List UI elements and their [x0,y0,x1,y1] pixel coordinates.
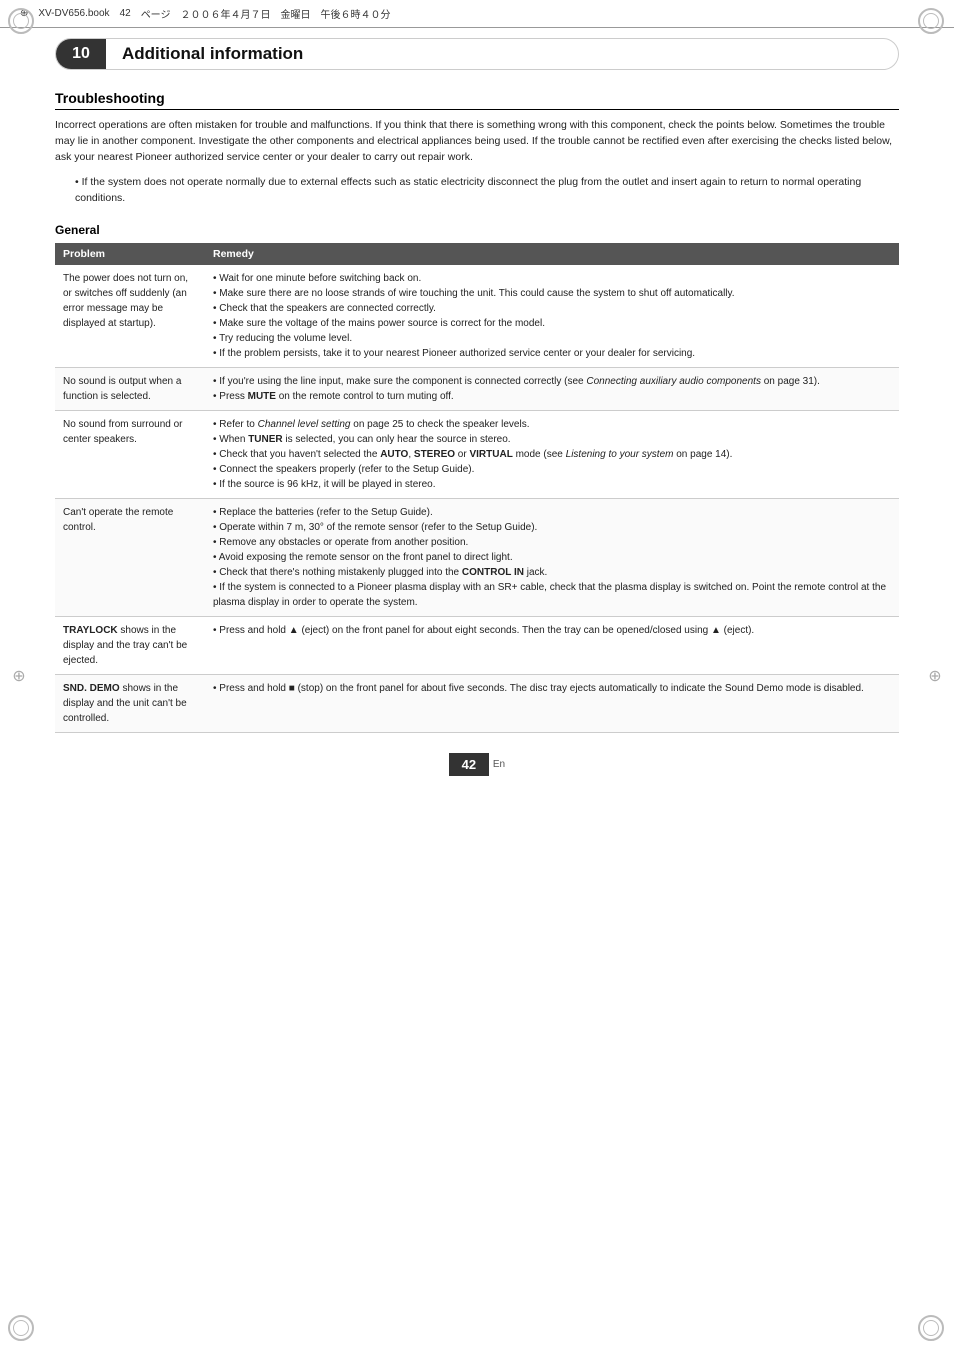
chapter-number: 10 [56,39,106,69]
header-unit: ページ [141,6,171,21]
intro-paragraph: Incorrect operations are often mistaken … [55,118,899,165]
problem-cell: Can't operate the remote control. [55,498,205,616]
header-date: ２００６年４月７日 [181,6,271,21]
col-remedy: Remedy [205,243,899,265]
side-reg-left [10,667,28,685]
remedy-cell: • Refer to Channel level setting on page… [205,410,899,498]
side-reg-right [926,667,944,685]
problem-cell: No sound is output when a function is se… [55,367,205,410]
troubleshooting-table: Problem Remedy The power does not turn o… [55,243,899,733]
remedy-cell: • Replace the batteries (refer to the Se… [205,498,899,616]
deco-corner-bl [8,1315,36,1343]
problem-cell: No sound from surround or center speaker… [55,410,205,498]
page-content: 10 Additional information Troubleshootin… [55,28,899,733]
remedy-cell: • Wait for one minute before switching b… [205,265,899,368]
table-row: No sound is output when a function is se… [55,367,899,410]
header-day: 金曜日 [281,6,311,21]
remedy-cell: • Press and hold ■ (stop) on the front p… [205,674,899,732]
page-number: 42 [449,753,489,776]
table-row: No sound from surround or center speaker… [55,410,899,498]
chapter-header: 10 Additional information [55,38,899,70]
chapter-title: Additional information [106,44,303,64]
file-header: ⊕ XV-DV656.book 42 ページ ２００６年４月７日 金曜日 午後６… [0,0,954,28]
remedy-cell: • Press and hold ▲ (eject) on the front … [205,616,899,674]
table-row: SND. DEMO shows in the display and the u… [55,674,899,732]
table-row: The power does not turn on, or switches … [55,265,899,368]
header-time: 午後６時４０分 [321,6,391,21]
deco-corner-tl [8,8,36,36]
subsection-general: General [55,223,899,237]
page-footer: 42 En [0,753,954,796]
remedy-cell: • If you're using the line input, make s… [205,367,899,410]
bullet-static-electricity: If the system does not operate normally … [55,175,899,207]
header-filename: XV-DV656.book [38,8,109,19]
deco-corner-tr [918,8,946,36]
problem-cell: The power does not turn on, or switches … [55,265,205,368]
header-page: 42 [120,8,131,19]
table-row: TRAYLOCK shows in the display and the tr… [55,616,899,674]
table-header-row: Problem Remedy [55,243,899,265]
section-title: Troubleshooting [55,90,899,110]
deco-corner-br [918,1315,946,1343]
page-lang: En [493,759,505,770]
col-problem: Problem [55,243,205,265]
problem-cell: SND. DEMO shows in the display and the u… [55,674,205,732]
problem-cell: TRAYLOCK shows in the display and the tr… [55,616,205,674]
table-row: Can't operate the remote control.• Repla… [55,498,899,616]
